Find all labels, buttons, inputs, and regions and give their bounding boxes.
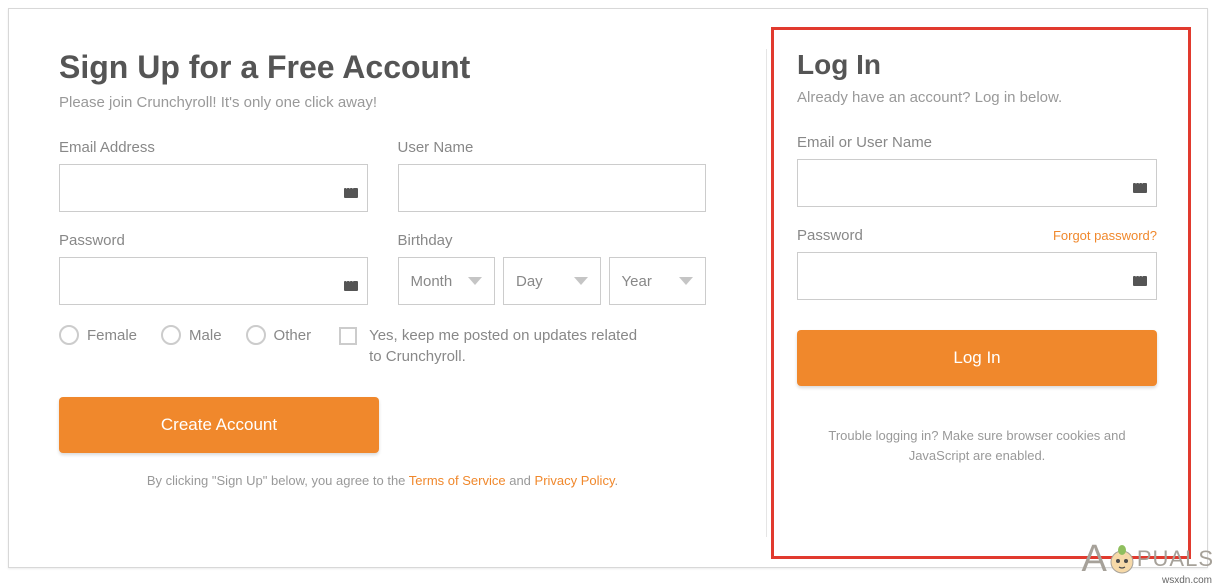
password-manager-icon[interactable] bbox=[1133, 276, 1147, 286]
login-username-label: Email or User Name bbox=[797, 134, 1157, 151]
gender-radio-group: Female Male Other bbox=[59, 325, 311, 345]
signup-section: Sign Up for a Free Account Please join C… bbox=[59, 49, 766, 537]
password-field-wrap: Password bbox=[59, 232, 368, 305]
login-password-label: Password bbox=[797, 227, 863, 244]
chevron-down-icon bbox=[468, 277, 482, 285]
password-manager-icon[interactable] bbox=[1133, 183, 1147, 193]
email-input[interactable] bbox=[59, 164, 368, 212]
year-select[interactable]: Year bbox=[609, 257, 707, 305]
appuals-watermark: A PUALS bbox=[1081, 540, 1214, 578]
login-subtitle: Already have an account? Log in below. bbox=[797, 89, 1157, 106]
login-password-input[interactable] bbox=[797, 252, 1157, 300]
legal-prefix: By clicking "Sign Up" below, you agree t… bbox=[147, 473, 409, 488]
username-field-wrap: User Name bbox=[398, 139, 707, 212]
signup-title: Sign Up for a Free Account bbox=[59, 49, 706, 86]
legal-and: and bbox=[506, 473, 535, 488]
year-select-value: Year bbox=[622, 273, 652, 290]
gender-other-radio[interactable]: Other bbox=[246, 325, 312, 345]
signup-subtitle: Please join Crunchyroll! It's only one c… bbox=[59, 94, 706, 111]
month-select-value: Month bbox=[411, 273, 453, 290]
forgot-password-link[interactable]: Forgot password? bbox=[1053, 228, 1157, 243]
mascot-icon bbox=[1107, 542, 1137, 576]
checkbox-icon bbox=[339, 327, 357, 345]
legal-text: By clicking "Sign Up" below, you agree t… bbox=[59, 473, 706, 488]
watermark-text: PUALS bbox=[1137, 546, 1214, 572]
login-username-wrap: Email or User Name bbox=[797, 134, 1157, 207]
vertical-divider bbox=[766, 49, 767, 537]
newsletter-checkbox[interactable]: Yes, keep me posted on updates related t… bbox=[339, 325, 639, 367]
gender-male-label: Male bbox=[189, 327, 222, 344]
gender-male-radio[interactable]: Male bbox=[161, 325, 222, 345]
day-select-value: Day bbox=[516, 273, 543, 290]
month-select[interactable]: Month bbox=[398, 257, 496, 305]
gender-other-label: Other bbox=[274, 327, 312, 344]
radio-icon bbox=[246, 325, 266, 345]
privacy-policy-link[interactable]: Privacy Policy bbox=[535, 473, 615, 488]
login-password-wrap: Password Forgot password? bbox=[797, 227, 1157, 300]
username-label: User Name bbox=[398, 139, 707, 156]
chevron-down-icon bbox=[679, 277, 693, 285]
terms-of-service-link[interactable]: Terms of Service bbox=[409, 473, 506, 488]
legal-period: . bbox=[614, 473, 618, 488]
password-manager-icon[interactable] bbox=[344, 281, 358, 291]
birthday-field-wrap: Birthday Month Day Year bbox=[398, 232, 707, 305]
password-label: Password bbox=[59, 232, 368, 249]
source-text: wsxdn.com bbox=[1162, 575, 1212, 586]
username-input[interactable] bbox=[398, 164, 707, 212]
login-section: Log In Already have an account? Log in b… bbox=[797, 49, 1157, 537]
login-title: Log In bbox=[797, 49, 1157, 81]
day-select[interactable]: Day bbox=[503, 257, 601, 305]
radio-icon bbox=[161, 325, 181, 345]
chevron-down-icon bbox=[574, 277, 588, 285]
login-button[interactable]: Log In bbox=[797, 330, 1157, 386]
birthday-label: Birthday bbox=[398, 232, 707, 249]
gender-female-radio[interactable]: Female bbox=[59, 325, 137, 345]
create-account-button[interactable]: Create Account bbox=[59, 397, 379, 453]
login-username-input[interactable] bbox=[797, 159, 1157, 207]
password-manager-icon[interactable] bbox=[344, 188, 358, 198]
main-card: Sign Up for a Free Account Please join C… bbox=[8, 8, 1208, 568]
newsletter-label: Yes, keep me posted on updates related t… bbox=[369, 325, 639, 367]
password-input[interactable] bbox=[59, 257, 368, 305]
radio-icon bbox=[59, 325, 79, 345]
email-field-wrap: Email Address bbox=[59, 139, 368, 212]
watermark-a: A bbox=[1081, 540, 1106, 578]
gender-female-label: Female bbox=[87, 327, 137, 344]
email-label: Email Address bbox=[59, 139, 368, 156]
login-trouble-text: Trouble logging in? Make sure browser co… bbox=[827, 426, 1127, 465]
